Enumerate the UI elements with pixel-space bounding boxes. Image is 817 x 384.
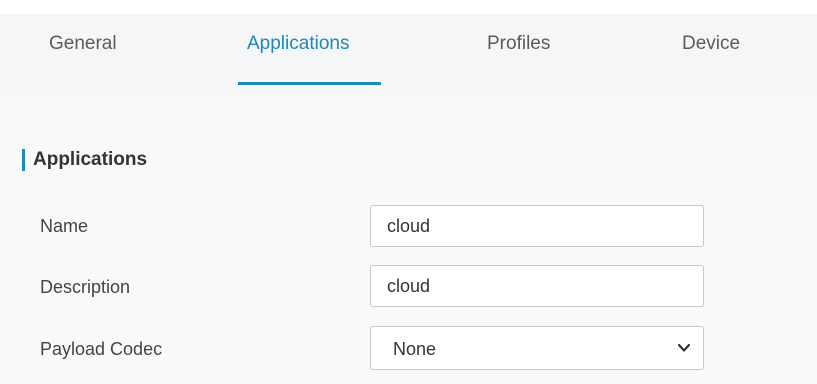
chevron-down-icon <box>677 343 691 352</box>
name-label: Name <box>40 216 89 236</box>
section-title: Applications <box>33 149 148 170</box>
payload-codec-label: Payload Codec <box>40 339 163 359</box>
active-tab-indicator <box>238 82 381 85</box>
description-label: Description <box>40 277 131 297</box>
description-input[interactable] <box>370 265 704 307</box>
tab-profiles[interactable]: Profiles <box>487 33 550 55</box>
section-header: Applications <box>22 148 147 172</box>
tab-applications[interactable]: Applications <box>247 33 349 55</box>
tab-general[interactable]: General <box>49 33 117 55</box>
tab-device[interactable]: Device <box>682 33 740 55</box>
tab-bar: General Applications Profiles Device <box>14 14 817 96</box>
payload-codec-value: None <box>393 339 437 359</box>
name-input[interactable] <box>370 205 704 247</box>
payload-codec-select[interactable]: None <box>370 326 704 370</box>
section-accent-bar <box>22 149 25 171</box>
top-strip <box>0 0 817 14</box>
